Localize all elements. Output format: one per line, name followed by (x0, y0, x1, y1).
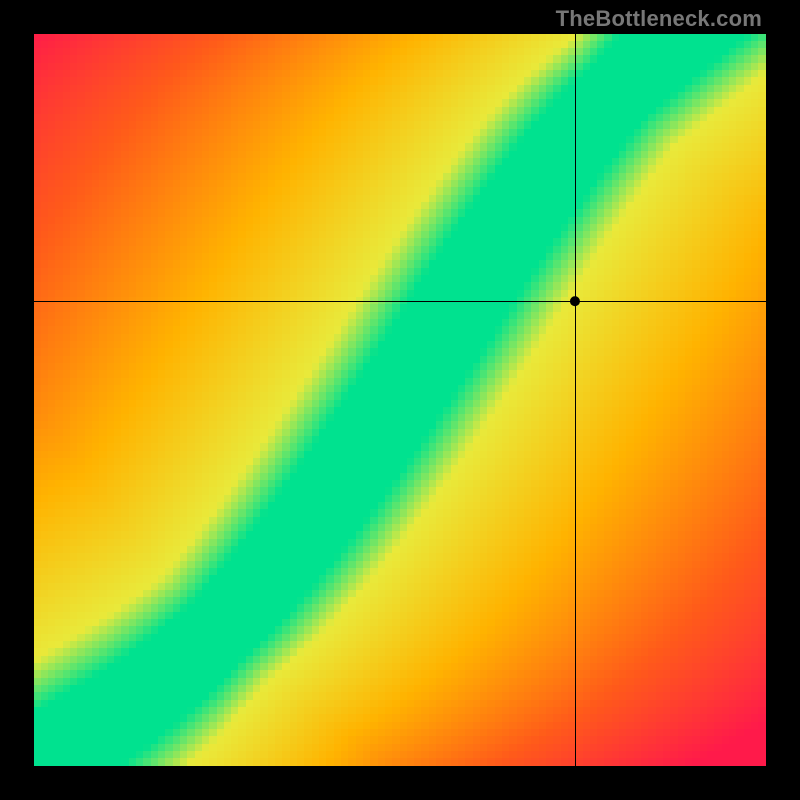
watermark-text: TheBottleneck.com (556, 6, 762, 32)
bottleneck-heatmap (34, 34, 766, 766)
chart-container: TheBottleneck.com (0, 0, 800, 800)
